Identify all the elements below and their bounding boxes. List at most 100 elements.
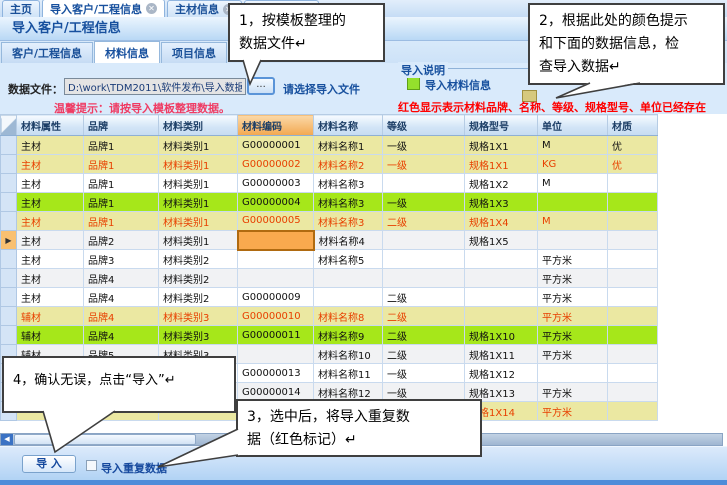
cell[interactable]: G00000004 [238,193,314,212]
cell[interactable] [608,307,658,326]
tab-import-customer-info[interactable]: 导入客户/工程信息 ✕ [42,0,165,17]
cell[interactable] [608,250,658,269]
cell[interactable]: 平方米 [538,288,608,307]
cell[interactable]: 规格1X10 [465,326,538,345]
cell[interactable]: 二级 [383,345,465,364]
cell[interactable] [608,345,658,364]
tab-home[interactable]: 主页 [2,0,40,17]
cell[interactable]: 平方米 [538,326,608,345]
cell[interactable]: 规格1X3 [465,193,538,212]
cell[interactable]: 平方米 [538,383,608,402]
cell[interactable] [383,250,465,269]
cell[interactable] [538,193,608,212]
select-all-corner[interactable] [1,115,17,136]
cell[interactable]: 品牌1 [84,155,159,174]
cell[interactable]: 材料类别2 [159,250,238,269]
cell[interactable]: 规格1X1 [465,136,538,155]
row-selector[interactable] [1,288,17,307]
cell[interactable] [608,231,658,250]
cell[interactable]: 材料名称11 [314,364,383,383]
row-selector[interactable] [1,155,17,174]
cell[interactable]: G00000002 [238,155,314,174]
cell[interactable]: 材料名称3 [314,193,383,212]
cell[interactable]: 品牌3 [84,250,159,269]
cell[interactable]: 品牌1 [84,136,159,155]
row-selector[interactable] [1,250,17,269]
cell[interactable]: 品牌2 [84,231,159,250]
cell[interactable]: 品牌1 [84,193,159,212]
cell[interactable]: 优 [608,136,658,155]
cell[interactable] [465,250,538,269]
cell[interactable]: 材料类别1 [159,155,238,174]
cell[interactable]: 主材 [17,155,84,174]
cell[interactable] [383,231,465,250]
cell[interactable]: 品牌4 [84,326,159,345]
column-header[interactable]: 材料编码 [238,115,314,136]
cell[interactable]: M [538,136,608,155]
cell[interactable]: 品牌1 [84,212,159,231]
cell[interactable]: 二级 [383,326,465,345]
import-duplicates-checkbox[interactable] [86,460,97,471]
cell[interactable]: 主材 [17,136,84,155]
column-header[interactable]: 品牌 [84,115,159,136]
cell[interactable]: 辅材 [17,307,84,326]
cell[interactable]: 二级 [383,307,465,326]
cell[interactable]: 一级 [383,136,465,155]
column-header[interactable]: 材料类别 [159,115,238,136]
cell[interactable]: 材料类别1 [159,212,238,231]
cell[interactable]: 辅材 [17,326,84,345]
cell[interactable] [314,288,383,307]
cell[interactable]: 材料名称10 [314,345,383,364]
cell[interactable]: 主材 [17,174,84,193]
cell[interactable] [608,193,658,212]
cell[interactable]: 规格1X11 [465,345,538,364]
cell[interactable]: G00000009 [238,288,314,307]
cell[interactable]: G00000005 [238,212,314,231]
cell[interactable]: 规格1X2 [465,174,538,193]
cell[interactable] [238,250,314,269]
data-file-path-input[interactable] [64,78,246,95]
cell[interactable]: 平方米 [538,269,608,288]
cell[interactable]: M [538,174,608,193]
cell[interactable]: 材料名称3 [314,174,383,193]
row-selector[interactable]: ▶ [1,231,17,250]
cell[interactable]: 主材 [17,193,84,212]
cell[interactable]: 二级 [383,288,465,307]
cell[interactable] [608,212,658,231]
row-selector[interactable] [1,326,17,345]
import-duplicates-label[interactable]: 导入重复数据 [101,460,167,476]
cell[interactable]: 主材 [17,288,84,307]
row-selector[interactable] [1,212,17,231]
cell[interactable]: G00000011 [238,326,314,345]
cell[interactable]: 一级 [383,364,465,383]
cell[interactable] [238,345,314,364]
cell[interactable]: 材料名称9 [314,326,383,345]
cell[interactable]: 材料名称5 [314,250,383,269]
cell[interactable]: 主材 [17,231,84,250]
cell[interactable] [238,269,314,288]
close-icon[interactable]: ✕ [146,3,157,14]
cell[interactable]: 材料名称2 [314,155,383,174]
row-selector[interactable] [1,307,17,326]
cell[interactable]: 材料类别1 [159,193,238,212]
column-header[interactable]: 等级 [383,115,465,136]
cell[interactable] [608,269,658,288]
cell[interactable]: 材料类别3 [159,326,238,345]
cell[interactable]: 一级 [383,155,465,174]
cell[interactable]: 材料类别2 [159,269,238,288]
cell[interactable] [538,231,608,250]
row-selector[interactable] [1,269,17,288]
cell[interactable]: 规格1X1 [465,155,538,174]
cell[interactable]: G00000003 [238,174,314,193]
cell[interactable]: 规格1X12 [465,364,538,383]
cell[interactable]: 材料名称3 [314,212,383,231]
browse-button[interactable]: ... [247,77,275,95]
column-header[interactable]: 材料名称 [314,115,383,136]
sub-tab-customer-project[interactable]: 客户/工程信息 [1,42,93,63]
cell[interactable]: 材料类别2 [159,288,238,307]
cell[interactable]: 规格1X5 [465,231,538,250]
column-header[interactable]: 材质 [608,115,658,136]
cell[interactable] [465,269,538,288]
row-selector[interactable] [1,174,17,193]
cell[interactable]: 材料类别1 [159,174,238,193]
